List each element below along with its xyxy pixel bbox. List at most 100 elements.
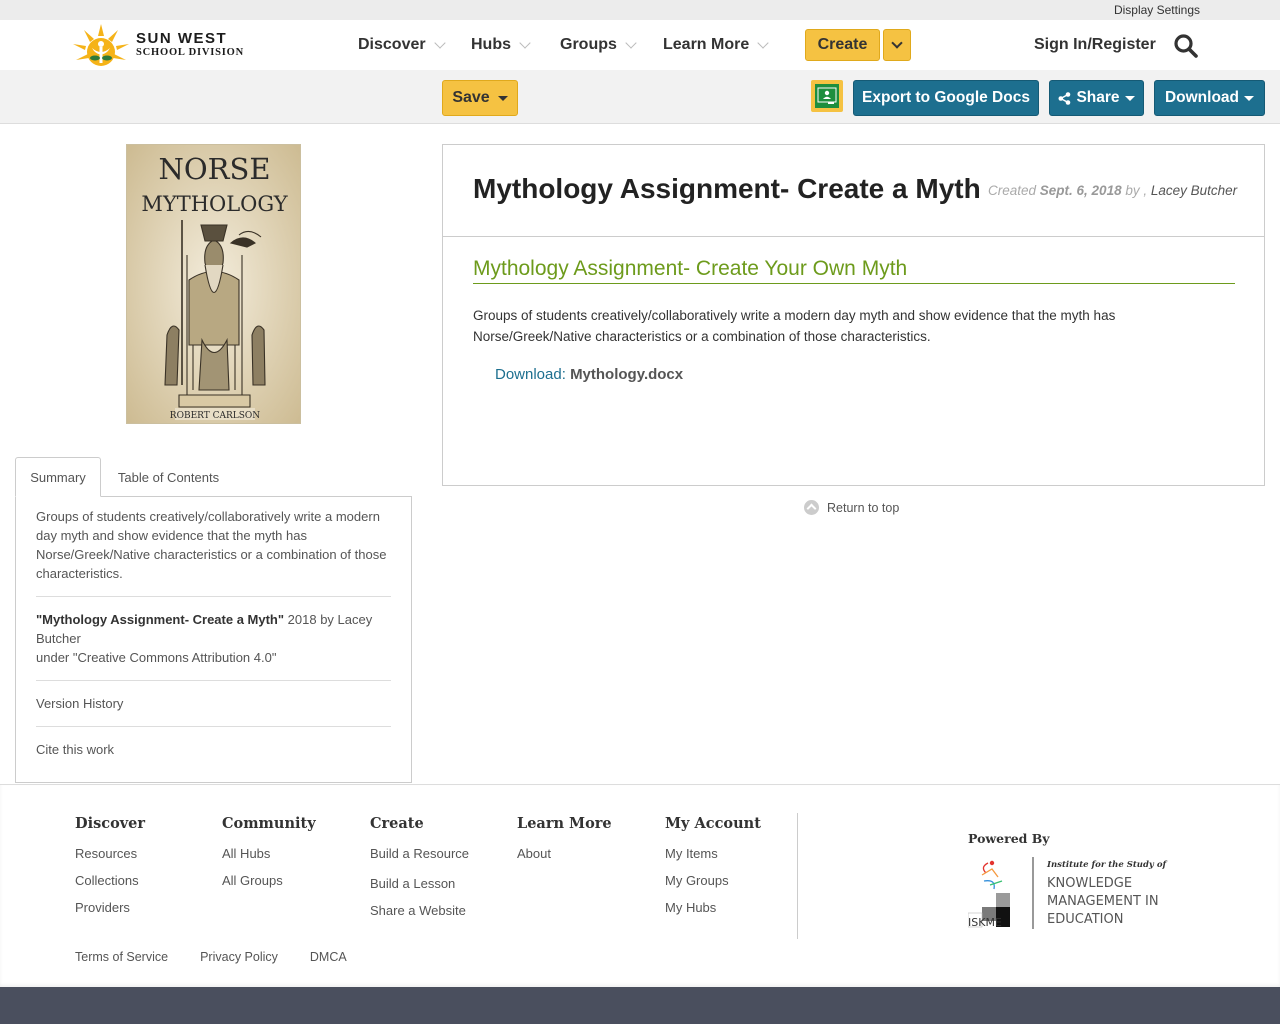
summary-panel: Groups of students creatively/collaborat… [15, 496, 412, 783]
footer-bottom-bar [0, 987, 1280, 1024]
footer-column-learn-more: Learn More About [517, 815, 612, 873]
terms-of-service-link[interactable]: Terms of Service [75, 950, 168, 964]
divider [36, 596, 391, 597]
iskme-acronym: ISKME [968, 916, 1002, 929]
download-file-name: Mythology.docx [570, 366, 684, 383]
chevron-down-icon [519, 36, 531, 49]
attribution-title: "Mythology Assignment- Create a Myth" [36, 612, 285, 627]
cover-title-line-1: NORSE [158, 152, 270, 186]
nav-discover[interactable]: Discover [358, 20, 446, 70]
footer-column-discover: Discover Resources Collections Providers [75, 815, 145, 927]
caret-down-icon [1244, 95, 1255, 101]
dmca-link[interactable]: DMCA [310, 950, 347, 964]
iskme-line-2: MANAGEMENT IN [1047, 894, 1159, 909]
site-footer: Discover Resources Collections Providers… [0, 784, 1280, 987]
site-logo[interactable]: SUN WEST SCHOOL DIVISION [70, 20, 244, 70]
nav-hubs[interactable]: Hubs [471, 20, 531, 70]
footer-column-create: Create Build a Resource Build a Lesson S… [370, 815, 469, 930]
divider [36, 680, 391, 681]
download-link[interactable]: Download: Mythology.docx [495, 366, 683, 383]
caret-down-icon [1124, 95, 1135, 101]
section-title: Mythology Assignment- Create Your Own My… [473, 257, 1235, 284]
footer-link-all-groups[interactable]: All Groups [222, 873, 316, 888]
footer-column-my-account: My Account My Items My Groups My Hubs [665, 815, 761, 927]
privacy-policy-link[interactable]: Privacy Policy [200, 950, 278, 964]
sun-logo-icon [73, 24, 129, 66]
google-classroom-icon [815, 84, 839, 108]
footer-heading: Learn More [517, 815, 612, 832]
search-icon[interactable] [1173, 33, 1199, 59]
footer-heading: Community [222, 815, 316, 832]
tab-summary[interactable]: Summary [15, 457, 101, 497]
site-header: SUN WEST SCHOOL DIVISION Discover Hubs G… [0, 20, 1280, 70]
footer-link-share-website[interactable]: Share a Website [370, 903, 469, 918]
footer-link-resources[interactable]: Resources [75, 846, 145, 861]
download-link-label: Download: [495, 366, 566, 383]
footer-link-my-groups[interactable]: My Groups [665, 873, 761, 888]
tab-table-of-contents[interactable]: Table of Contents [101, 457, 236, 497]
nav-discover-label: Discover [358, 36, 426, 53]
share-button-label: Share [1076, 89, 1120, 106]
chevron-down-icon [891, 37, 903, 49]
cite-this-work-link[interactable]: Cite this work [36, 740, 391, 759]
iskme-logo[interactable]: ISKME Institute for the Study of KNOWLED… [968, 857, 1173, 933]
caret-down-icon [497, 95, 508, 101]
google-classroom-button[interactable] [811, 80, 843, 112]
author-link[interactable]: Lacey Butcher [1151, 183, 1237, 198]
download-button-label: Download [1164, 89, 1240, 106]
created-prefix: Created [988, 183, 1040, 198]
footer-link-all-hubs[interactable]: All Hubs [222, 846, 316, 861]
footer-link-collections[interactable]: Collections [75, 873, 145, 888]
by-text: by , [1121, 183, 1151, 198]
create-button[interactable]: Create [805, 29, 880, 61]
resource-card: Mythology Assignment- Create a Myth Crea… [442, 144, 1265, 486]
export-google-docs-button[interactable]: Export to Google Docs [853, 80, 1039, 116]
return-to-top-link[interactable]: Return to top [804, 500, 899, 515]
version-history-link[interactable]: Version History [36, 694, 391, 713]
nav-hubs-label: Hubs [471, 36, 511, 53]
created-date: Sept. 6, 2018 [1039, 183, 1122, 198]
attribution: "Mythology Assignment- Create a Myth" 20… [36, 610, 391, 648]
chevron-down-icon [757, 36, 769, 49]
resource-cover-image: NORSE MYTHOLOGY ROBERT CARLSON [126, 144, 301, 424]
footer-divider [797, 813, 798, 939]
powered-by-label: Powered By [968, 831, 1050, 846]
arrow-up-circle-icon [804, 500, 819, 515]
resource-meta: Created Sept. 6, 2018 by , Lacey Butcher [988, 183, 1237, 198]
download-button[interactable]: Download [1154, 80, 1265, 116]
footer-link-providers[interactable]: Providers [75, 900, 145, 915]
nav-learn-more-label: Learn More [663, 36, 750, 53]
footer-heading: Discover [75, 815, 146, 832]
chevron-down-icon [625, 36, 637, 49]
iskme-institute: Institute for the Study of [1046, 860, 1167, 870]
chevron-down-icon [433, 36, 446, 49]
footer-link-build-lesson[interactable]: Build a Lesson [370, 876, 469, 891]
iskme-line-1: KNOWLEDGE [1047, 876, 1132, 891]
footer-link-my-hubs[interactable]: My Hubs [665, 900, 761, 915]
create-dropdown-toggle[interactable] [883, 29, 911, 61]
nav-learn-more[interactable]: Learn More [663, 20, 769, 70]
cover-author: ROBERT CARLSON [170, 411, 261, 421]
logo-line-1: SUN WEST [136, 30, 228, 48]
divider [36, 726, 391, 727]
footer-heading: My Account [665, 815, 761, 832]
nav-groups[interactable]: Groups [560, 20, 637, 70]
return-to-top-label: Return to top [827, 500, 900, 515]
share-icon [1058, 91, 1071, 105]
footer-link-about[interactable]: About [517, 846, 612, 861]
footer-link-my-items[interactable]: My Items [665, 846, 761, 861]
save-button-label: Save [452, 89, 490, 106]
logo-line-2: SCHOOL DIVISION [136, 47, 244, 59]
share-button[interactable]: Share [1049, 80, 1144, 116]
footer-link-build-resource[interactable]: Build a Resource [370, 846, 469, 861]
summary-description: Groups of students creatively/collaborat… [36, 509, 387, 581]
cover-title-line-2: MYTHOLOGY [141, 192, 288, 216]
iskme-line-3: EDUCATION [1047, 912, 1123, 927]
sign-in-register-link[interactable]: Sign In/Register [1034, 20, 1156, 70]
resource-tabs: Summary Table of Contents [15, 457, 412, 497]
display-settings-link[interactable]: Display Settings [1114, 3, 1200, 17]
save-button[interactable]: Save [442, 80, 518, 116]
resource-card-header: Mythology Assignment- Create a Myth Crea… [443, 145, 1264, 237]
footer-legal-links: Terms of Service Privacy Policy DMCA [75, 950, 347, 964]
resource-description: Groups of students creatively/collaborat… [473, 308, 1116, 344]
